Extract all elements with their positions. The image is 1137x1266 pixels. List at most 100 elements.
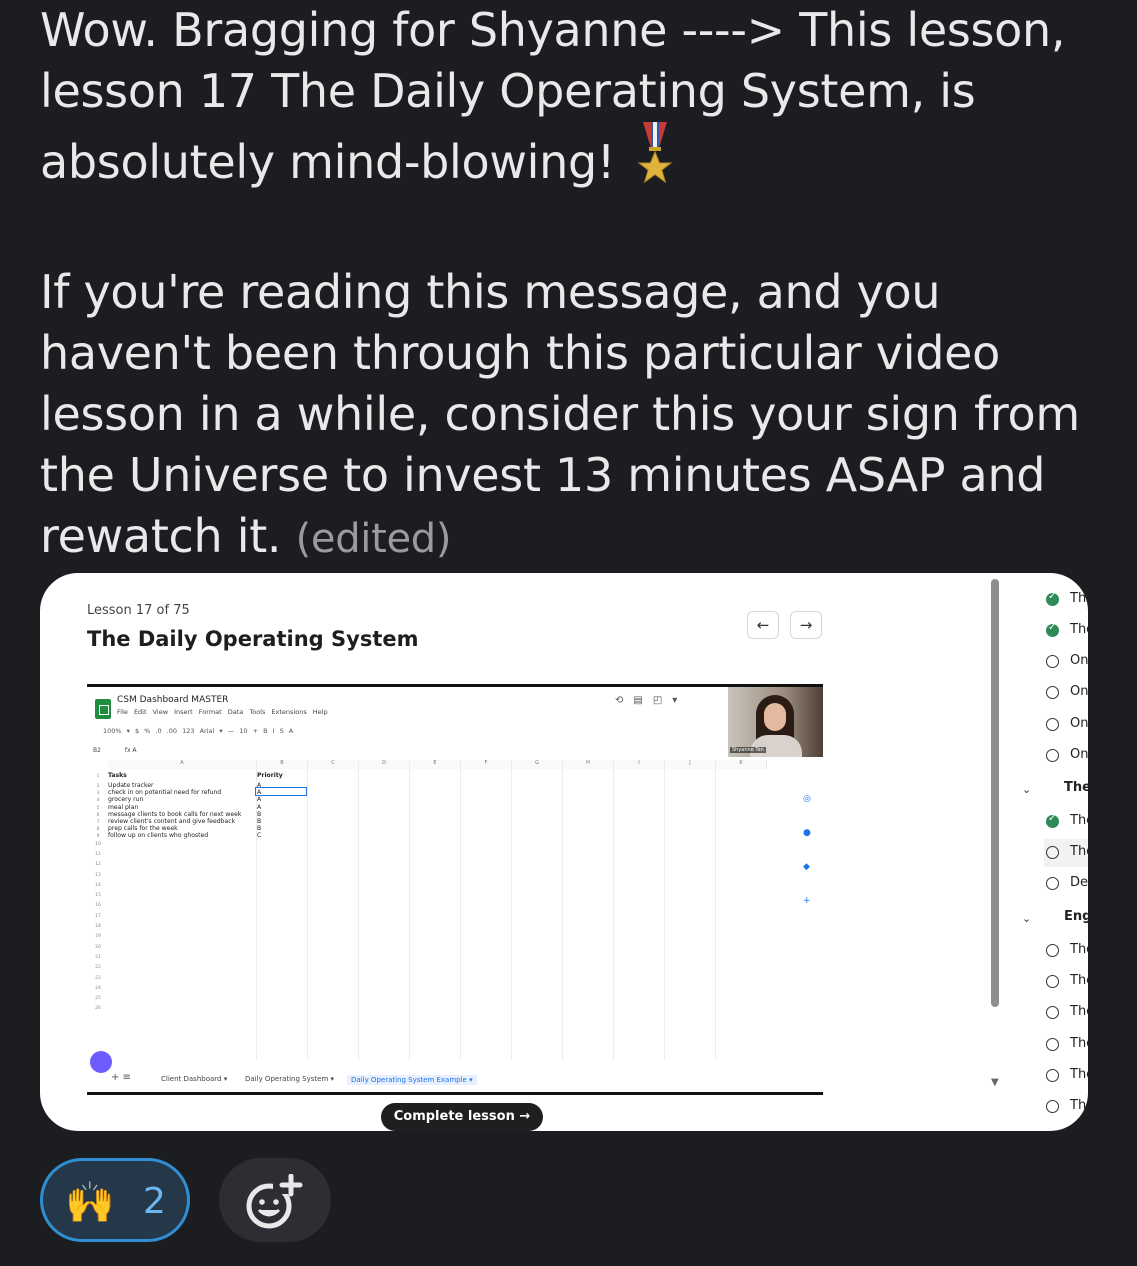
chevron-down-icon[interactable]: ⌄: [1022, 912, 1031, 925]
sidebar-lesson-item[interactable]: De: [1044, 873, 1088, 897]
column-header: I: [614, 760, 665, 769]
sidebar-lesson-item[interactable]: Th: [1044, 1096, 1088, 1120]
incomplete-circle-icon: [1046, 749, 1059, 762]
incomplete-circle-icon: [1046, 686, 1059, 699]
table-row: 3 check in on potential need for refund A: [96, 789, 262, 797]
google-sheets-icon: [95, 699, 111, 719]
sidebar-lesson-item[interactable]: The: [1044, 620, 1088, 644]
sheet-tabs: Client Dashboard ▾ Daily Operating Syste…: [87, 1070, 823, 1088]
table-cell: prep calls for the week: [108, 825, 178, 833]
completed-check-icon: [1046, 622, 1059, 637]
complete-lesson-button[interactable]: Complete lesson →: [381, 1103, 543, 1131]
table-row: 6 message clients to book calls for next …: [96, 810, 262, 818]
sheet-tab-client-dashboard[interactable]: Client Dashboard ▾: [161, 1075, 227, 1083]
table-cell: follow up on clients who ghosted: [108, 832, 209, 840]
sheet-side-panel-icons: ◎ ● ◆ +: [803, 794, 811, 906]
column-header: A: [108, 760, 257, 769]
sidebar-lesson-item[interactable]: The: [1044, 1034, 1088, 1058]
lesson-title: The Daily Operating System: [87, 627, 419, 651]
column-header: J: [665, 760, 716, 769]
spreadsheet-title: CSM Dashboard MASTER: [117, 695, 229, 705]
military-medal-icon: [637, 122, 673, 201]
sidebar-lesson-item[interactable]: On: [1044, 745, 1088, 769]
table-cell: C: [257, 832, 262, 840]
table-cell: A: [257, 782, 262, 789]
sidebar-lesson-item[interactable]: The: [1044, 1002, 1088, 1026]
lesson-sidebar: Th The On On On On The Cli The The De En…: [1044, 573, 1088, 1131]
message-paragraph-1: Wow. Bragging for Shyanne ----> This les…: [40, 0, 1100, 201]
column-header: H: [563, 760, 614, 769]
table-cell: Update tracker: [108, 782, 154, 789]
add-reaction-icon: [246, 1174, 303, 1229]
previous-lesson-button[interactable]: ←: [747, 611, 779, 639]
table-row: 9 follow up on clients who ghosted C: [96, 832, 262, 840]
completed-check-icon: [1046, 591, 1059, 606]
incomplete-circle-icon: [1046, 944, 1059, 957]
incomplete-circle-icon: [1046, 877, 1059, 890]
add-reaction-button[interactable]: [219, 1158, 331, 1242]
table-row: 4 grocery run A: [96, 796, 262, 804]
message-body: Wow. Bragging for Shyanne ----> This les…: [40, 0, 1100, 570]
lesson-video-frame[interactable]: CSM Dashboard MASTER File Edit View Inse…: [87, 684, 823, 1095]
sidebar-lesson-item[interactable]: The: [1044, 940, 1088, 964]
table-cell: check in on potential need for refund: [108, 789, 222, 797]
table-cell: Tasks: [108, 772, 127, 779]
incomplete-circle-icon: [1046, 1100, 1059, 1113]
lesson-counter: Lesson 17 of 75: [87, 603, 190, 618]
sheet-toolbar-icons: ⟲▤◰▾: [615, 695, 688, 706]
column-header: G: [512, 760, 563, 769]
sidebar-lesson-item[interactable]: On: [1044, 682, 1088, 706]
sidebar-lesson-item[interactable]: The: [1044, 1065, 1088, 1089]
formula-bar: fx A: [124, 747, 137, 754]
next-lesson-button[interactable]: →: [790, 611, 822, 639]
column-header: D: [359, 760, 410, 769]
sidebar-section-header[interactable]: The Cli: [1044, 778, 1088, 802]
sidebar-lesson-item[interactable]: The: [1044, 811, 1088, 835]
column-header: E: [410, 760, 461, 769]
presenter-name: Shyanne Tan: [730, 747, 766, 753]
table-cell: meal plan: [108, 803, 139, 811]
table-cell: Priority: [257, 772, 283, 779]
sidebar-lesson-item[interactable]: On: [1044, 714, 1088, 738]
reaction-raised-hands[interactable]: 🙌 2: [40, 1158, 190, 1242]
sidebar-lesson-item[interactable]: On: [1044, 651, 1088, 675]
message-text-1: Wow. Bragging for Shyanne ----> This les…: [40, 3, 1066, 189]
cell-ref-label: B2: [93, 747, 101, 754]
presenter-webcam: Shyanne Tan: [728, 687, 823, 757]
completed-check-icon: [1046, 813, 1059, 828]
incomplete-circle-icon: [1046, 1069, 1059, 1082]
scroll-down-arrow-icon[interactable]: ▼: [991, 1077, 999, 1088]
column-header: B: [257, 760, 308, 769]
sidebar-lesson-item-current[interactable]: The: [1044, 839, 1088, 867]
sheet-tab-daily-operating-system[interactable]: Daily Operating System ▾: [245, 1075, 334, 1083]
spreadsheet-menu: File Edit View Insert Format Data Tools …: [117, 708, 328, 716]
scrollbar[interactable]: [991, 579, 999, 1007]
sidebar-lesson-item[interactable]: The: [1044, 971, 1088, 995]
table-row: 2 Update tracker A: [96, 782, 262, 789]
cell-reference: B2 fx A: [93, 747, 137, 754]
sidebar-section-header[interactable]: Engage: [1044, 907, 1088, 931]
sidebar-lesson-item[interactable]: Th: [1044, 589, 1088, 613]
reaction-count: 2: [143, 1181, 166, 1222]
table-cell: B: [257, 818, 262, 825]
table-cell: A: [257, 803, 262, 811]
table-cell: A: [257, 789, 262, 797]
edited-label: (edited): [295, 516, 452, 562]
lesson-screenshot-attachment[interactable]: Lesson 17 of 75 The Daily Operating Syst…: [40, 573, 1088, 1131]
incomplete-circle-icon: [1046, 718, 1059, 731]
incomplete-circle-icon: [1046, 846, 1059, 859]
table-cell: A: [257, 796, 262, 804]
table-row: 5 meal plan A: [96, 803, 262, 811]
selected-cell: [255, 787, 307, 796]
chevron-down-icon[interactable]: ⌄: [1022, 783, 1031, 796]
table-cell: B: [257, 810, 262, 818]
message-paragraph-2: If you're reading this message, and you …: [40, 262, 1100, 570]
sheet-tab-daily-operating-system-example[interactable]: Daily Operating System Example ▾: [347, 1075, 477, 1085]
message-text-2: If you're reading this message, and you …: [40, 265, 1080, 563]
column-header: C: [308, 760, 359, 769]
table-cell: message clients to book calls for next w…: [108, 810, 242, 818]
incomplete-circle-icon: [1046, 1038, 1059, 1051]
table-row: 7 review client's content and give feedba…: [96, 818, 262, 825]
incomplete-circle-icon: [1046, 1006, 1059, 1019]
raised-hands-emoji: 🙌: [65, 1180, 115, 1226]
